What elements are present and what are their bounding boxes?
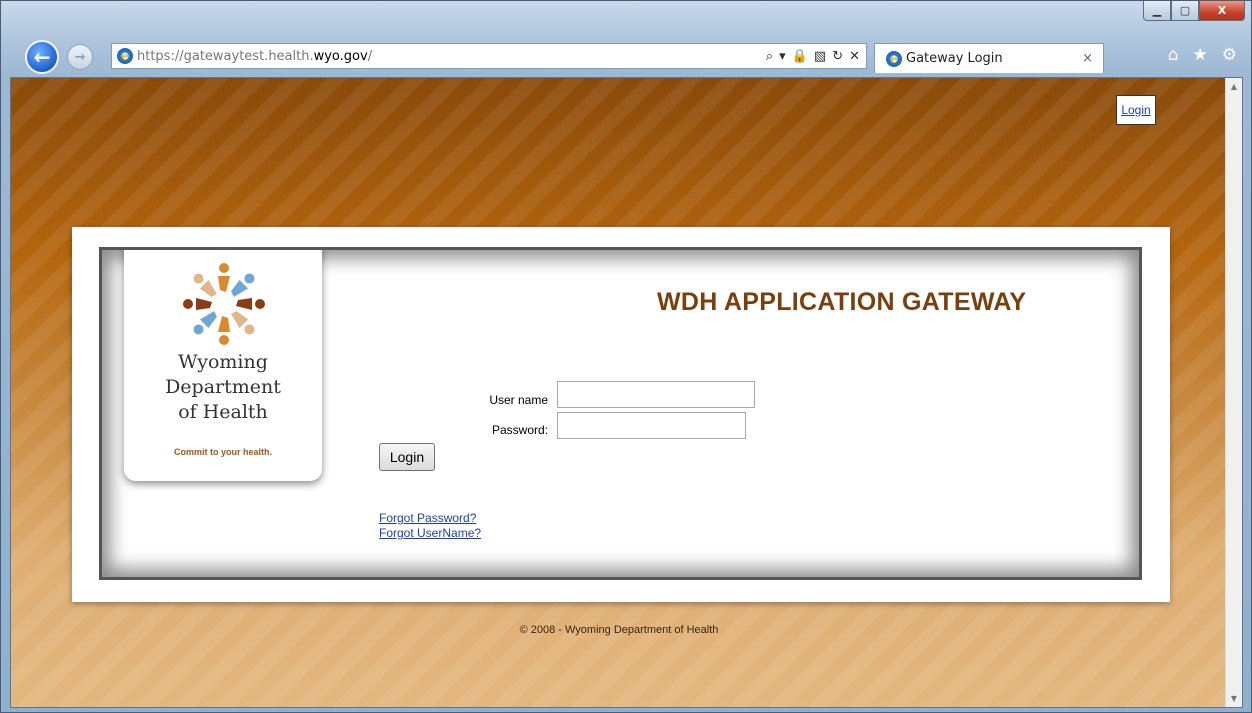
title-bar: ▁ ▢ X (1, 1, 1251, 29)
username-input[interactable] (557, 381, 755, 408)
dropdown-icon[interactable]: ▾ (779, 49, 786, 64)
footer-copyright: © 2008 - Wyoming Department of Health (519, 624, 719, 636)
forgot-password-link[interactable]: Forgot Password? (379, 511, 476, 525)
page-background: Login Wyoming Department of Health Commi… (11, 78, 1227, 707)
scroll-up-arrow-icon[interactable]: ▲ (1226, 78, 1242, 95)
tab-close-icon[interactable]: × (1082, 51, 1093, 66)
org-name: Wyoming Department of Health (165, 351, 281, 423)
favorites-star-icon[interactable]: ★ (1193, 45, 1208, 65)
page-viewport: Login Wyoming Department of Health Commi… (10, 77, 1243, 708)
forward-button[interactable]: → (67, 44, 93, 70)
top-login-link[interactable]: Login (1116, 95, 1156, 125)
vertical-scrollbar[interactable]: ▲ ▼ (1225, 78, 1242, 707)
home-icon[interactable]: ⌂ (1168, 45, 1179, 65)
wdh-logo-panel: Wyoming Department of Health Commit to y… (124, 250, 322, 481)
close-window-button[interactable]: X (1199, 1, 1245, 21)
minimize-button[interactable]: ▁ (1143, 1, 1171, 21)
tab-gateway-login[interactable]: e Gateway Login × (874, 43, 1104, 73)
forgot-username-link[interactable]: Forgot UserName? (379, 526, 481, 540)
url-text[interactable]: https://gatewaytest.health.wyo.gov/ (137, 49, 372, 64)
scroll-down-arrow-icon[interactable]: ▼ (1226, 690, 1242, 707)
login-button[interactable]: Login (379, 443, 435, 471)
wdh-logo-icon (183, 263, 265, 345)
navigation-bar: ← → e https://gatewaytest.health.wyo.gov… (1, 31, 1251, 74)
browser-tools: ⌂ ★ ⚙ (1168, 45, 1237, 65)
tab-ie-icon: e (886, 50, 902, 67)
address-tools: ⌕ ▾ 🔒 ▧ ↻ ✕ (766, 49, 866, 64)
compatibility-icon[interactable]: ▧ (814, 49, 826, 64)
stop-icon[interactable]: ✕ (849, 49, 860, 64)
maximize-button[interactable]: ▢ (1171, 1, 1199, 21)
window-controls: ▁ ▢ X (1143, 1, 1245, 21)
page-title: WDH APPLICATION GATEWAY (657, 288, 1027, 316)
password-label: Password: (491, 423, 548, 437)
username-label: User name (489, 393, 548, 407)
refresh-icon[interactable]: ↻ (832, 49, 843, 64)
login-card: Wyoming Department of Health Commit to y… (72, 227, 1170, 602)
password-input[interactable] (557, 412, 746, 439)
ie-page-icon: e (117, 48, 133, 64)
back-arrow-icon: ← (33, 45, 51, 69)
browser-window: ▁ ▢ X ← → e https://gatewaytest.health.w… (0, 0, 1252, 713)
settings-gear-icon[interactable]: ⚙ (1222, 45, 1237, 65)
tab-title: Gateway Login (906, 51, 1003, 66)
search-icon[interactable]: ⌕ (766, 49, 773, 64)
login-card-inner: Wyoming Department of Health Commit to y… (99, 247, 1142, 580)
tagline: Commit to your health. (173, 447, 272, 457)
back-button[interactable]: ← (25, 40, 59, 74)
forward-arrow-icon: → (74, 49, 86, 65)
lock-icon[interactable]: 🔒 (792, 49, 808, 64)
address-bar[interactable]: e https://gatewaytest.health.wyo.gov/ ⌕ … (111, 43, 867, 69)
